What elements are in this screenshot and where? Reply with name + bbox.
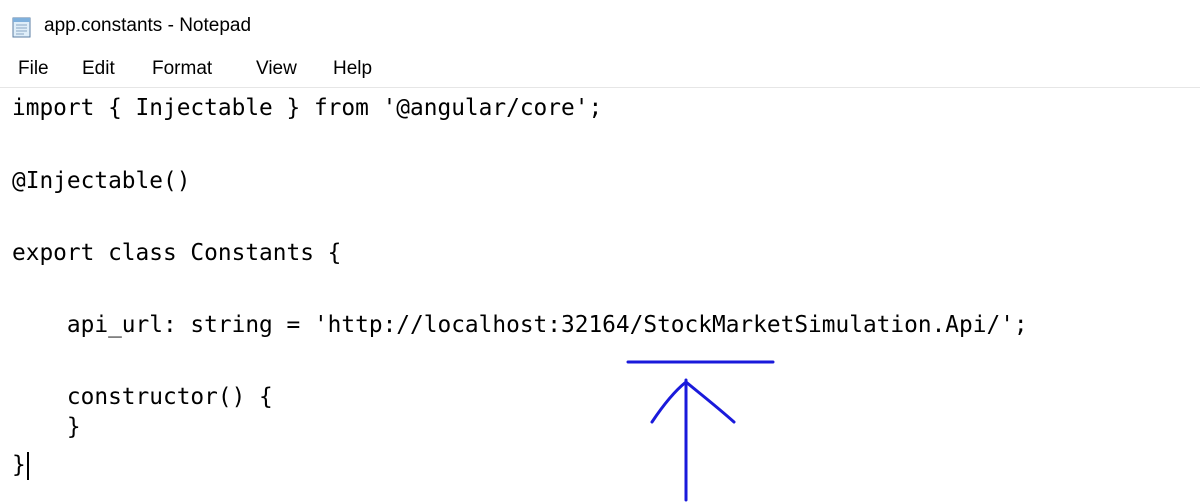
- window-title: app.constants - Notepad: [44, 15, 252, 36]
- text-editor[interactable]: [0, 88, 1200, 502]
- menu-help[interactable]: Help: [333, 58, 372, 80]
- code-line-import: import { Injectable } from '@angular/cor…: [12, 95, 603, 121]
- code-line-class-close: }: [12, 452, 26, 478]
- notepad-icon: [12, 16, 32, 38]
- menu-file[interactable]: File: [18, 58, 49, 80]
- menu-edit[interactable]: Edit: [82, 58, 115, 80]
- menu-bar: File Edit Format View Help: [0, 52, 1200, 88]
- code-line-api-url: api_url: string = 'http://localhost:3216…: [12, 312, 1028, 338]
- code-line-constructor-close: }: [12, 414, 81, 440]
- menu-view[interactable]: View: [256, 58, 297, 80]
- code-line-class-declaration: export class Constants {: [12, 240, 342, 266]
- code-line-constructor: constructor() {: [12, 384, 273, 410]
- code-line-decorator: @Injectable(): [12, 168, 191, 194]
- menu-format[interactable]: Format: [152, 58, 212, 80]
- title-bar[interactable]: app.constants - Notepad: [0, 0, 1200, 52]
- text-caret: [27, 452, 29, 480]
